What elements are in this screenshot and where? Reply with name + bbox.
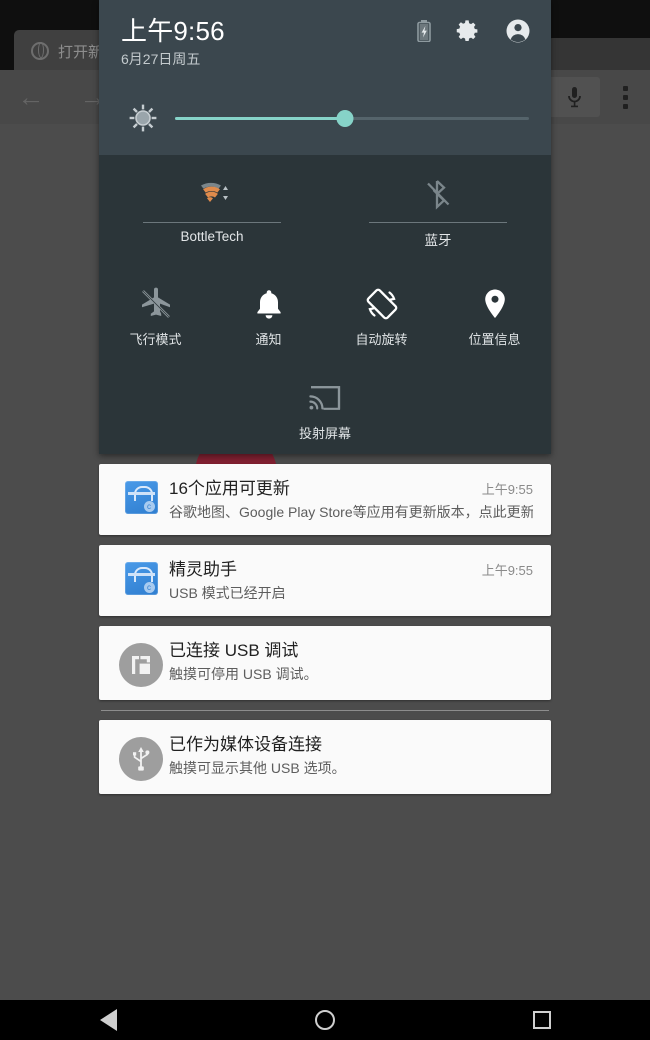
battery-charging-icon [417, 20, 431, 42]
notification-app-icon: c [113, 477, 169, 514]
tile-airplane-mode-label: 飞行模式 [129, 332, 182, 347]
tile-cast-screen[interactable]: 投射屏幕 [212, 369, 438, 453]
quick-settings-panel: 上午9:56 6月27日周五 BottleTech 蓝牙 飞行模式 通知 自动旋… [99, 0, 551, 454]
notification-list: c 16个应用可更新 上午9:55 谷歌地图、Google Play Store等应用… [99, 464, 551, 804]
recents-square-icon [532, 1011, 551, 1029]
notification-app-icon [113, 733, 169, 781]
clock-date[interactable]: 6月27日周五 [121, 49, 531, 69]
back-triangle-icon [99, 1009, 117, 1031]
tile-row-2: 飞行模式 通知 自动旋转 位置信息 [99, 275, 551, 359]
home-button[interactable] [265, 1000, 385, 1040]
notification-card[interactable]: c 16个应用可更新 上午9:55 谷歌地图、Google Play Store等应用… [99, 464, 551, 535]
notification-title: 已连接 USB 调试 [169, 641, 299, 660]
tile-auto-rotate-label: 自动旋转 [355, 332, 408, 347]
notification-title-row: 精灵助手 上午9:55 [169, 558, 533, 581]
tile-notifications-label: 通知 [255, 332, 282, 347]
brightness-row [99, 95, 551, 141]
back-button[interactable] [48, 1000, 168, 1040]
notification-card[interactable]: 已作为媒体设备连接触摸可显示其他 USB 选项。 [99, 720, 551, 794]
usb-icon [119, 737, 163, 781]
tile-rule [143, 222, 281, 223]
notification-body: 精灵助手 上午9:55 USB 模式已经开启 [169, 558, 537, 603]
notification-title: 16个应用可更新 [169, 479, 290, 498]
play-store-icon: c [124, 562, 158, 595]
tile-wifi[interactable]: BottleTech [99, 165, 325, 261]
notification-group-divider [101, 710, 549, 711]
cast-screen-icon [308, 379, 342, 417]
quick-settings-tiles: BottleTech 蓝牙 飞行模式 通知 自动旋转 位置信息 投射屏幕 [99, 155, 551, 453]
tile-auto-rotate[interactable]: 自动旋转 [325, 275, 438, 359]
usb-debug-icon [119, 643, 163, 687]
airplane-mode-icon [139, 285, 173, 323]
quick-settings-header: 上午9:56 6月27日周五 [99, 0, 551, 155]
tile-bluetooth-label: 蓝牙 [424, 233, 452, 248]
brightness-sun-icon[interactable] [121, 102, 165, 134]
notification-title: 已作为媒体设备连接 [169, 735, 322, 754]
slider-thumb[interactable] [336, 109, 354, 127]
slider-fill [175, 116, 345, 120]
android-screen: 打开新 ← → 上午9:56 6月27日周五 BottleTech 蓝牙 飞行模… [0, 0, 650, 1040]
tile-cast-screen-label: 投射屏幕 [298, 426, 351, 441]
gear-icon[interactable] [455, 18, 481, 44]
notification-body: 已连接 USB 调试触摸可停用 USB 调试。 [169, 639, 537, 684]
notification-app-icon [113, 639, 169, 687]
tile-bluetooth[interactable]: 蓝牙 [325, 165, 551, 261]
notification-time: 上午9:55 [481, 563, 533, 578]
notification-body: 16个应用可更新 上午9:55 谷歌地图、Google Play Store等应用有… [169, 477, 537, 522]
user-avatar-icon[interactable] [505, 18, 531, 44]
notification-card[interactable]: c 精灵助手 上午9:55 USB 模式已经开启 [99, 545, 551, 616]
navigation-bar [0, 1000, 650, 1040]
tile-row-1: BottleTech 蓝牙 [99, 165, 551, 261]
tile-notifications[interactable]: 通知 [212, 275, 325, 359]
home-circle-icon [314, 1010, 335, 1030]
tile-rule [369, 222, 507, 223]
location-pin-icon [482, 285, 508, 323]
notification-card[interactable]: 已连接 USB 调试触摸可停用 USB 调试。 [99, 626, 551, 700]
recents-button[interactable] [482, 1000, 602, 1040]
wifi-icon [193, 175, 231, 213]
tile-location-label: 位置信息 [468, 332, 521, 347]
bluetooth-disabled-icon [422, 175, 454, 213]
tile-row-3: 投射屏幕 [99, 369, 551, 453]
tile-location[interactable]: 位置信息 [438, 275, 551, 359]
tile-airplane-mode[interactable]: 飞行模式 [99, 275, 212, 359]
notification-text: 谷歌地图、Google Play Store等应用有更新版本，点此更新 [169, 504, 533, 520]
tile-wifi-label: BottleTech [180, 229, 244, 244]
play-store-icon: c [124, 481, 158, 514]
bell-icon [254, 285, 284, 323]
notification-text: 触摸可停用 USB 调试。 [169, 666, 318, 682]
notification-title: 精灵助手 [169, 560, 237, 579]
header-icon-group [417, 18, 531, 44]
notification-body: 已作为媒体设备连接触摸可显示其他 USB 选项。 [169, 733, 537, 778]
notification-time: 上午9:55 [481, 482, 533, 497]
notification-app-icon: c [113, 558, 169, 595]
notification-text: 触摸可显示其他 USB 选项。 [169, 760, 346, 776]
notification-title-row: 已连接 USB 调试 [169, 639, 533, 662]
notification-title-row: 16个应用可更新 上午9:55 [169, 477, 533, 500]
auto-rotate-icon [365, 285, 399, 323]
notification-title-row: 已作为媒体设备连接 [169, 733, 533, 756]
notification-text: USB 模式已经开启 [169, 585, 286, 601]
brightness-slider[interactable] [175, 103, 529, 133]
